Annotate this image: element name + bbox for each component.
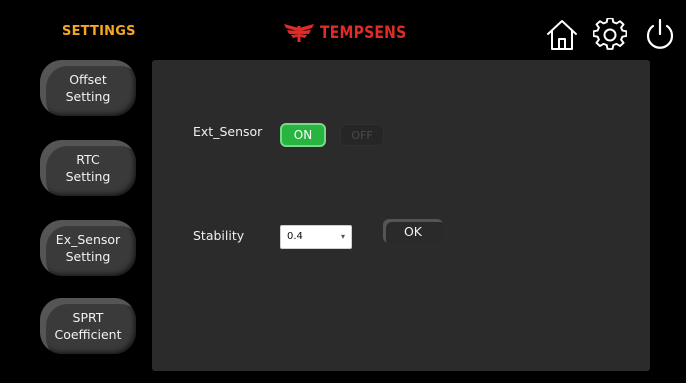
chevron-down-icon: ▾ [340,232,345,241]
settings-panel [152,60,650,371]
stability-value: 0.4 [287,231,303,242]
gear-icon[interactable] [593,18,627,52]
home-icon[interactable] [545,18,579,52]
ok-button[interactable]: OK [383,219,443,243]
rtc-setting-button[interactable]: RTC Setting [40,140,136,196]
ex-sensor-setting-button[interactable]: Ex_Sensor Setting [40,220,136,276]
brand: TEMPSENS [282,20,425,46]
offset-setting-button[interactable]: Offset Setting [40,60,136,116]
ext-sensor-off-button[interactable]: OFF [340,124,384,146]
sprt-coefficient-button[interactable]: SPRT Coefficient [40,298,136,354]
brand-name: TEMPSENS [320,23,407,43]
tempsens-logo-icon [284,24,314,42]
stability-select[interactable]: 0.4 ▾ [280,225,352,249]
ext-sensor-on-button[interactable]: ON [280,123,326,147]
ext-sensor-label: Ext_Sensor [193,124,263,139]
stability-label: Stability [193,228,245,243]
screen-title: SETTINGS [62,24,136,39]
header-bar: SETTINGS TEMPSENS [0,0,686,62]
power-icon[interactable] [643,18,677,52]
